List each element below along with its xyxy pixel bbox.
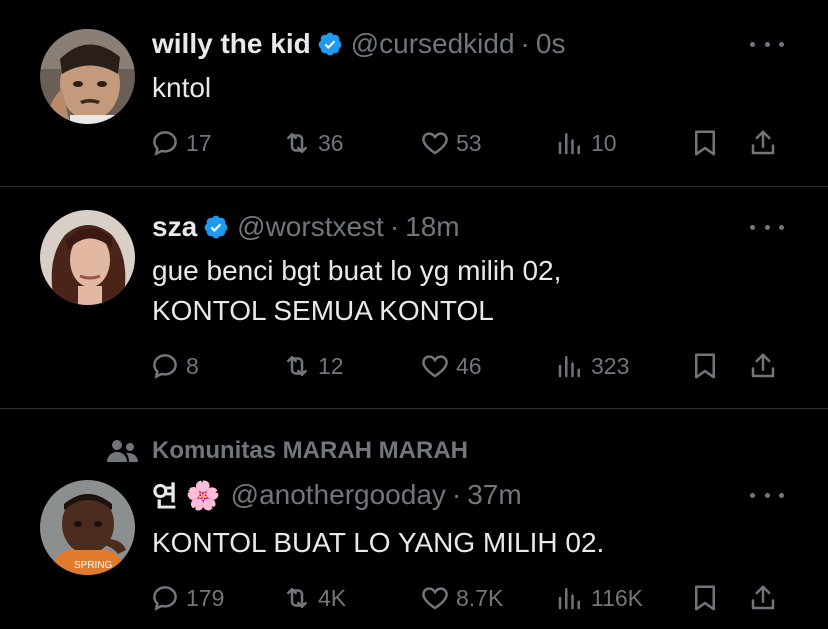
like-button[interactable]: 53 — [420, 126, 482, 160]
tweet-text-line: KONTOL SEMUA KONTOL — [152, 295, 494, 326]
tweet-text-line: kntol — [152, 72, 212, 103]
separator-dot: · — [389, 211, 400, 242]
views-button[interactable]: 10 — [555, 126, 617, 160]
like-icon — [422, 587, 448, 610]
avatar[interactable] — [40, 210, 135, 305]
cherry-blossom-emoji: 🌸 — [185, 479, 221, 511]
views-icon — [558, 356, 580, 378]
svg-text:SPRING: SPRING — [74, 560, 113, 571]
tweet-3[interactable]: Komunitas MARAH MARAH SPRING 연 🌸 @anothe… — [0, 409, 828, 629]
like-count: 46 — [456, 352, 482, 379]
views-button[interactable]: 323 — [555, 349, 629, 383]
separator-dot: · — [520, 28, 530, 59]
community-icon — [107, 440, 138, 462]
share-button[interactable] — [748, 581, 784, 615]
views-count: 323 — [591, 352, 630, 379]
tweet-header: 연 🌸 @anothergooday · 37m — [152, 475, 522, 515]
separator-dot: · — [451, 479, 462, 510]
bookmark-icon — [695, 353, 715, 379]
share-icon — [751, 130, 775, 155]
views-icon — [558, 133, 580, 155]
like-button[interactable]: 46 — [420, 349, 482, 383]
handle[interactable]: @worstxest — [237, 211, 384, 243]
tweet-text: KONTOL BUAT LO YANG MILIH 02. — [152, 523, 604, 563]
reply-icon — [153, 131, 177, 156]
action-bar: 17 36 53 10 — [150, 126, 790, 160]
views-count: 10 — [591, 129, 617, 156]
handle[interactable]: @anothergooday — [231, 479, 446, 511]
verified-badge-icon — [204, 215, 228, 239]
retweet-button[interactable]: 12 — [282, 349, 344, 383]
reply-button[interactable]: 8 — [150, 349, 199, 383]
display-name[interactable]: 연 — [152, 475, 178, 515]
retweet-button[interactable]: 4K — [282, 581, 346, 615]
like-count: 8.7K — [456, 584, 504, 611]
more-icon[interactable] — [750, 217, 784, 237]
community-label[interactable]: Komunitas MARAH MARAH — [106, 435, 468, 467]
views-button[interactable]: 116K — [555, 581, 643, 615]
reply-count: 179 — [186, 584, 225, 611]
more-icon[interactable] — [750, 34, 784, 54]
reply-button[interactable]: 17 — [150, 126, 212, 160]
bookmark-icon — [695, 130, 715, 156]
avatar[interactable]: SPRING — [40, 480, 135, 575]
share-icon — [751, 353, 775, 378]
share-button[interactable] — [748, 126, 784, 160]
like-icon — [422, 132, 448, 155]
like-icon — [422, 355, 448, 378]
reply-count: 17 — [186, 129, 212, 156]
tweet-text-line: gue benci bgt buat lo yg milih 02, — [152, 255, 562, 286]
views-count: 116K — [591, 584, 644, 611]
verified-badge-icon — [318, 32, 342, 56]
community-name: Komunitas MARAH MARAH — [152, 437, 468, 464]
retweet-icon — [287, 356, 307, 376]
timestamp[interactable]: 0s — [536, 28, 566, 60]
avatar[interactable] — [40, 29, 135, 124]
like-button[interactable]: 8.7K — [420, 581, 503, 615]
tweet-text: kntol — [152, 68, 211, 108]
display-name[interactable]: willy the kid — [152, 28, 311, 60]
reply-icon — [153, 586, 177, 611]
tweet-header: sza @worstxest · 18m — [152, 207, 460, 247]
bookmark-button[interactable] — [690, 126, 726, 160]
reply-count: 8 — [186, 352, 199, 379]
display-name[interactable]: sza — [152, 211, 197, 243]
like-count: 53 — [456, 129, 482, 156]
tweet-text-line: KONTOL BUAT LO YANG MILIH 02. — [152, 527, 605, 558]
reply-icon — [153, 354, 177, 379]
reply-button[interactable]: 179 — [150, 581, 224, 615]
tweet-text: gue benci bgt buat lo yg milih 02, KONTO… — [152, 251, 561, 331]
timestamp[interactable]: 37m — [467, 479, 521, 511]
retweet-button[interactable]: 36 — [282, 126, 344, 160]
more-icon[interactable] — [750, 485, 784, 505]
retweet-count: 4K — [318, 584, 347, 611]
handle[interactable]: @cursedkidd — [351, 28, 515, 60]
retweet-count: 12 — [318, 352, 344, 379]
bookmark-icon — [695, 585, 715, 611]
action-bar: 179 4K 8.7K 116K — [150, 581, 790, 615]
retweet-count: 36 — [318, 129, 344, 156]
share-button[interactable] — [748, 349, 784, 383]
retweet-icon — [287, 588, 307, 608]
action-bar: 8 12 46 323 — [150, 349, 790, 383]
tweet-1[interactable]: willy the kid @cursedkidd · 0s kntol 17 … — [0, 0, 828, 186]
tweet-2[interactable]: sza @worstxest · 18m gue benci bgt buat … — [0, 187, 828, 408]
bookmark-button[interactable] — [690, 349, 726, 383]
tweet-header: willy the kid @cursedkidd · 0s — [152, 24, 565, 64]
retweet-icon — [287, 133, 307, 153]
timestamp[interactable]: 18m — [405, 211, 459, 243]
bookmark-button[interactable] — [690, 581, 726, 615]
share-icon — [751, 585, 775, 610]
views-icon — [558, 588, 580, 610]
